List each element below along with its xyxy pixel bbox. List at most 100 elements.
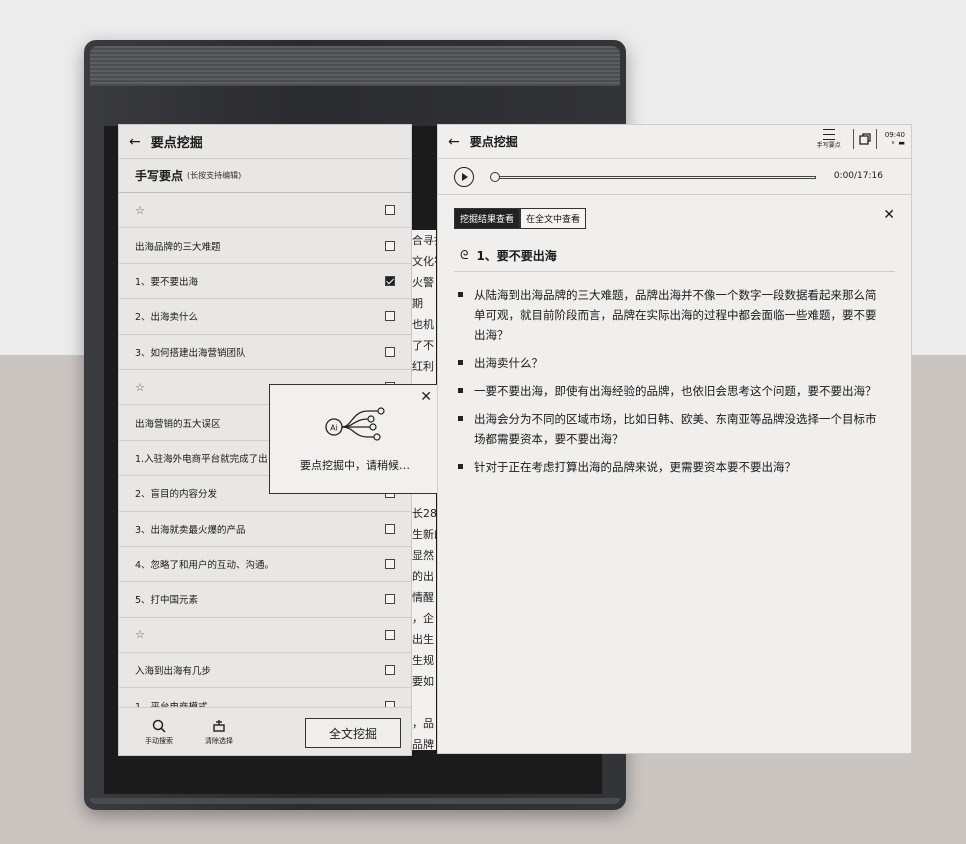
list-item[interactable]: ☆ [119, 193, 411, 229]
result-bullet: 一要不要出海，即使有出海经验的品牌，也依旧会思考这个问题，要不要出海？ [456, 381, 886, 401]
link-icon: ᘓ [460, 248, 469, 262]
result-tabs: 挖掘结果查看 在全文中查看 [454, 208, 587, 229]
mining-result-bullets: 从陆海到出海品牌的三大难题，品牌出海并不像一个数字一段数据看起来那么简单可观，就… [456, 285, 886, 485]
battery-icon: ⚬ ▬ [890, 139, 905, 147]
tab-view-in-full-text[interactable]: 在全文中查看 [520, 208, 587, 229]
play-button[interactable] [454, 166, 474, 187]
result-bullet: 出海卖什么？ [456, 353, 886, 373]
list-item-label: 2、出海卖什么 [135, 312, 199, 324]
checkbox[interactable] [385, 665, 395, 676]
checkbox[interactable] [385, 205, 395, 216]
checkbox[interactable] [385, 559, 395, 570]
section-divider [454, 271, 895, 272]
checkbox[interactable] [385, 523, 395, 534]
checkbox[interactable] [385, 311, 395, 322]
section-title-text: 1、要不要出海 [476, 249, 557, 263]
handwritten-points-title: 手写要点 [135, 169, 184, 183]
right-panel-title: 要点挖掘 [469, 135, 518, 149]
list-item-label: 1.入驻海外电商平台就完成了出 [135, 453, 268, 465]
list-item-label: 3、如何搭建出海营销团队 [135, 347, 246, 359]
document-text-line: ，企 [412, 612, 434, 625]
window-icon[interactable] [858, 132, 872, 146]
checkbox[interactable] [385, 275, 395, 286]
clear-selection-button[interactable]: 清除选择 [191, 718, 247, 746]
document-text-line: 合寻找 [412, 234, 436, 247]
list-item-label: 5、打中国元素 [135, 595, 199, 607]
manual-search-button[interactable]: 手动搜索 [131, 718, 187, 746]
clock-time: 09:40 [884, 131, 905, 139]
document-text-line: 出生 [412, 633, 434, 646]
list-item-label: 3、出海就卖最火爆的产品 [135, 524, 246, 536]
star-icon: ☆ [135, 628, 145, 642]
handwritten-points-menu-button[interactable]: 手写要点 [817, 129, 841, 149]
document-text-line: 了不 [412, 339, 434, 352]
document-text-line: 火警 [412, 276, 434, 289]
list-item-label: 4、忽略了和用户的互动、沟通。 [135, 560, 275, 572]
document-text-line: 情醒 [412, 591, 434, 604]
star-icon: ☆ [135, 203, 145, 217]
device-chin [90, 798, 620, 804]
checkbox[interactable] [385, 240, 395, 251]
mining-progress-popup: ✕ Ai 要点挖掘中，请稍候… [269, 384, 441, 494]
document-text-line: 显然 [412, 549, 434, 562]
back-arrow-icon[interactable]: ← [129, 134, 141, 150]
header-tools: 手写要点 09:40 ⚬ ▬ [817, 129, 905, 149]
left-panel-title: 要点挖掘 [150, 136, 203, 151]
close-icon[interactable]: ✕ [883, 207, 895, 223]
list-item[interactable]: ☆ [119, 618, 411, 654]
audio-player: 0:00/17:16 [438, 159, 911, 195]
ai-icon-text: Ai [330, 424, 338, 433]
right-panel: ← 要点挖掘 手写要点 09:40 ⚬ ▬ 0:00/17:16 挖掘结果查看 … [437, 124, 912, 754]
list-item[interactable]: 1、要不要出海 [119, 264, 411, 300]
list-item[interactable]: 3、如何搭建出海营销团队 [119, 335, 411, 370]
menu-label: 手写要点 [816, 142, 841, 149]
handwritten-points-hint: (长按支持编辑) [187, 171, 242, 180]
progress-track[interactable] [494, 176, 816, 179]
document-text-line: 生新的 [412, 528, 436, 541]
divider [852, 129, 854, 149]
document-text-line: 期 [412, 297, 423, 310]
back-arrow-icon[interactable]: ← [448, 134, 460, 150]
ai-mining-icon: Ai [325, 407, 385, 441]
tab-mining-results[interactable]: 挖掘结果查看 [454, 208, 521, 229]
document-text-line: 文化符 [412, 255, 436, 268]
checkbox[interactable] [385, 594, 395, 605]
list-item[interactable]: 4、忽略了和用户的互动、沟通。 [119, 547, 411, 583]
checkbox[interactable] [385, 629, 395, 640]
full-text-mine-button[interactable]: 全文挖掘 [305, 718, 401, 748]
handwritten-points-header: 手写要点 (长按支持编辑) [119, 159, 411, 193]
document-text-line: 也机 [412, 318, 434, 331]
section-heading: ᘓ 1、要不要出海 [460, 247, 557, 264]
list-item[interactable]: 3、出海就卖最火爆的产品 [119, 512, 411, 547]
close-icon[interactable]: ✕ [420, 389, 432, 405]
progress-knob[interactable] [490, 172, 500, 182]
document-text-line: 长28 [412, 507, 436, 520]
document-text-line: 红利 [412, 360, 434, 373]
clear-selection-label: 清除选择 [205, 736, 233, 745]
result-bullet: 从陆海到出海品牌的三大难题，品牌出海并不像一个数字一段数据看起来那么简单可观，就… [456, 285, 886, 345]
document-text-line [412, 692, 436, 713]
document-text-line: ，品 [412, 717, 434, 730]
list-icon [822, 129, 835, 140]
left-panel-header: ← 要点挖掘 [119, 125, 411, 159]
result-bullet: 针对于正在考虑打算出海的品牌来说，更需要资本要不要出海？ [456, 457, 886, 477]
list-item[interactable]: 2、出海卖什么 [119, 299, 411, 335]
document-text-line: 生规 [412, 654, 434, 667]
mining-progress-message: 要点挖掘中，请稍候… [300, 459, 410, 472]
list-item[interactable]: 5、打中国元素 [119, 582, 411, 618]
checkbox[interactable] [385, 346, 395, 357]
list-item[interactable]: 出海品牌的三大难题 [119, 228, 411, 264]
left-panel-footer: 手动搜索 清除选择 全文挖掘 [119, 707, 411, 755]
list-item[interactable]: 入海到出海有几步 [119, 653, 411, 689]
document-text-line: 的出 [412, 570, 434, 583]
divider [875, 129, 877, 149]
status-clock: 09:40 ⚬ ▬ [885, 131, 905, 147]
list-item-label: 出海品牌的三大难题 [135, 241, 221, 253]
right-panel-header: ← 要点挖掘 手写要点 09:40 ⚬ ▬ [438, 125, 911, 159]
list-item-label: 出海营销的五大误区 [135, 418, 221, 430]
document-text-line: 要如 [412, 675, 434, 688]
manual-search-label: 手动搜索 [145, 736, 173, 745]
device-top-strip [90, 46, 620, 86]
list-item-label: 2、盲目的内容分发 [135, 489, 218, 501]
list-item-label: 1、要不要出海 [135, 276, 199, 288]
